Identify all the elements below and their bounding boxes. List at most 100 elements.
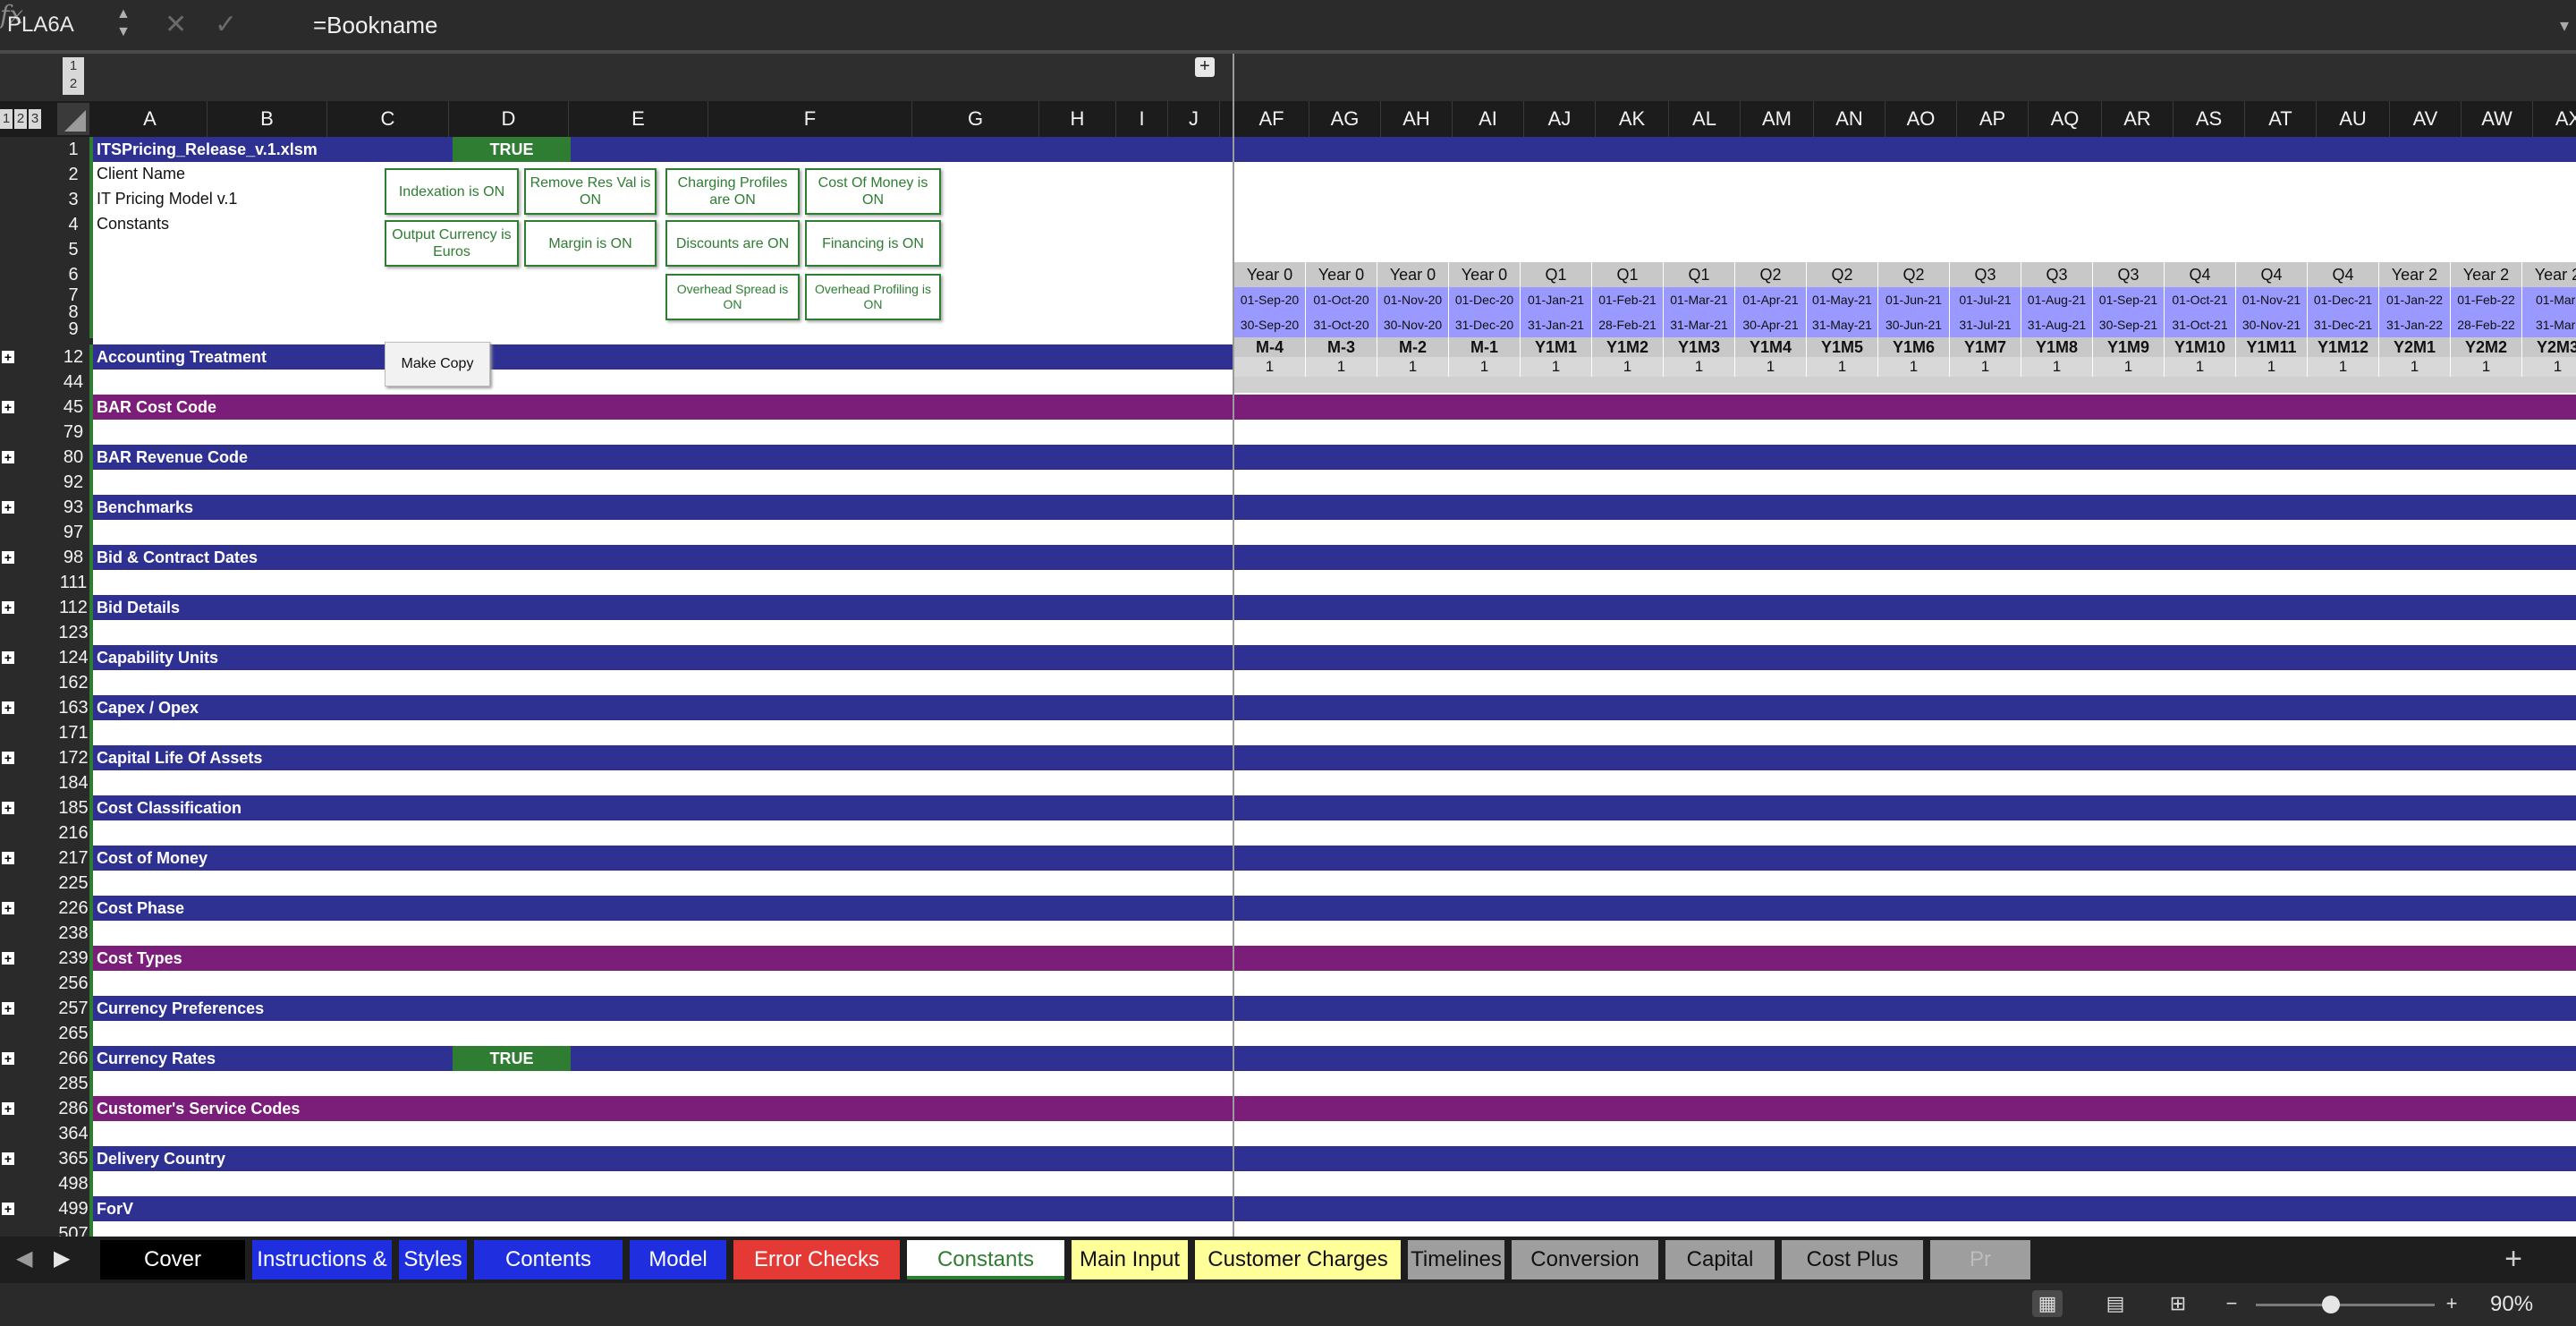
timeline-starts-cell[interactable]: 01-Mar-21 (1664, 287, 1735, 312)
timeline-months-cell[interactable]: Y1M1 (1521, 337, 1592, 357)
column-header-b[interactable]: B (208, 101, 327, 137)
timeline-starts-cell[interactable]: 01-Mar- (2522, 287, 2576, 312)
timeline-ends-cell[interactable]: 31-Mar- (2522, 312, 2576, 337)
timeline-flags-cell[interactable]: 1 (1807, 357, 1878, 377)
group-expand-icon[interactable]: + (2, 701, 14, 714)
timeline-years-cell[interactable]: Q1 (1664, 262, 1735, 287)
column-header-ag[interactable]: AG (1309, 101, 1381, 137)
column-header-av[interactable]: AV (2390, 101, 2462, 137)
timeline-flags-cell[interactable]: 1 (1664, 357, 1735, 377)
timeline-starts-cell[interactable]: 01-Nov-21 (2236, 287, 2308, 312)
timeline-years-cell[interactable]: Year 2 (2451, 262, 2522, 287)
margin-flag-button[interactable]: Margin is ON (524, 220, 657, 267)
row-number[interactable]: 163 (57, 695, 93, 720)
group-expand-icon[interactable]: + (2, 1152, 14, 1165)
column-header-am[interactable]: AM (1741, 101, 1814, 137)
sheet-tab-cover[interactable]: Cover (100, 1240, 245, 1279)
page-layout-icon[interactable]: ▤ (2100, 1290, 2131, 1317)
timeline-months-cell[interactable]: M-1 (1449, 337, 1521, 357)
column-header-a[interactable]: A (93, 101, 208, 137)
timeline-months-cell[interactable]: Y1M8 (2021, 337, 2093, 357)
timeline-ends-cell[interactable]: 28-Feb-21 (1592, 312, 1664, 337)
timeline-years-cell[interactable]: Year 2 (2379, 262, 2451, 287)
sheet-tab-instructions-notes[interactable]: Instructions & Notes (252, 1240, 392, 1311)
group-expand-icon[interactable]: + (2, 752, 14, 764)
zoom-slider-knob[interactable] (2322, 1296, 2340, 1313)
section-header-bar[interactable]: Capital Life Of Assets (93, 745, 2576, 770)
formula-expand-icon[interactable]: ▾ (2560, 14, 2569, 37)
group-expand-icon[interactable]: + (2, 1203, 14, 1215)
sheet-tab-contents[interactable]: Contents (474, 1240, 623, 1279)
row-number[interactable]: 238 (57, 921, 93, 946)
group-expand-icon[interactable]: + (2, 351, 14, 363)
row-number[interactable]: 185 (57, 795, 93, 820)
col-outline-levels[interactable]: 1 2 (63, 57, 84, 95)
timeline-months-cell[interactable]: M-2 (1377, 337, 1449, 357)
timeline-months-cell[interactable]: Y1M5 (1807, 337, 1878, 357)
column-header-ap[interactable]: AP (1957, 101, 2029, 137)
timeline-starts-cell[interactable]: 01-Apr-21 (1735, 287, 1807, 312)
sheet-name-cell[interactable]: Constants (97, 215, 169, 234)
timeline-ends-cell[interactable]: 30-Nov-21 (2236, 312, 2308, 337)
section-header-bar[interactable]: Bid Details (93, 595, 2576, 620)
row-number[interactable]: 123 (57, 620, 93, 645)
row-number[interactable]: 184 (57, 770, 93, 795)
timeline-months-cell[interactable]: Y1M7 (1950, 337, 2021, 357)
column-header-an[interactable]: AN (1814, 101, 1885, 137)
row-number[interactable]: 257 (57, 996, 93, 1021)
timeline-starts-cell[interactable]: 01-Oct-20 (1306, 287, 1377, 312)
column-header-at[interactable]: AT (2245, 101, 2317, 137)
section-header-bar[interactable]: Cost Types (93, 946, 2576, 971)
timeline-ends-cell[interactable]: 31-Jan-22 (2379, 312, 2451, 337)
group-expand-icon[interactable]: + (2, 651, 14, 664)
section-header-bar[interactable]: ForV (93, 1196, 2576, 1221)
timeline-years-cell[interactable]: Q4 (2236, 262, 2308, 287)
overhead-profiling-flag-button[interactable]: Overhead Profiling is ON (805, 274, 941, 320)
timeline-months-cell[interactable]: Y2M1 (2379, 337, 2451, 357)
column-header-ak[interactable]: AK (1596, 101, 1669, 137)
client-name-cell[interactable]: Client Name (97, 165, 185, 183)
timeline-ends-cell[interactable]: 31-Oct-20 (1306, 312, 1377, 337)
charging-profiles-flag-button[interactable]: Charging Profiles are ON (665, 168, 800, 215)
group-expand-icon[interactable]: + (2, 501, 14, 514)
sheet-tab-model-logic[interactable]: Model Logic (630, 1240, 726, 1311)
section-header-bar[interactable]: Benchmarks (93, 495, 2576, 520)
model-version-cell[interactable]: IT Pricing Model v.1 (97, 190, 237, 208)
discounts-flag-button[interactable]: Discounts are ON (665, 220, 800, 267)
row-number[interactable]: 92 (57, 470, 93, 495)
true-cell-d1[interactable]: TRUE (453, 137, 571, 162)
row-number[interactable]: 365 (57, 1146, 93, 1171)
row-number[interactable]: 507 (57, 1221, 93, 1237)
column-header-f[interactable]: F (708, 101, 912, 137)
timeline-years-cell[interactable]: Year 0 (1234, 262, 1306, 287)
section-header-bar[interactable]: Customer's Service Codes (93, 1096, 2576, 1121)
timeline-starts-cell[interactable]: 01-Oct-21 (2165, 287, 2236, 312)
row-number[interactable]: 217 (57, 846, 93, 871)
sheet-tab-styles[interactable]: Styles (399, 1240, 467, 1279)
row-number[interactable]: 98 (57, 545, 93, 570)
timeline-starts-cell[interactable]: 01-Jan-21 (1521, 287, 1592, 312)
group-expand-icon[interactable]: + (2, 952, 14, 965)
name-box[interactable]: PLA6A (7, 13, 74, 38)
timeline-ends-cell[interactable]: 31-Oct-21 (2165, 312, 2236, 337)
timeline-ends-cell[interactable]: 30-Sep-21 (2093, 312, 2165, 337)
timeline-starts-cell[interactable]: 01-Jan-22 (2379, 287, 2451, 312)
group-expand-icon[interactable]: + (2, 802, 14, 814)
prev-sheet-icon[interactable]: ◀ (16, 1245, 32, 1271)
timeline-flags-cell[interactable]: 1 (2308, 357, 2379, 377)
column-header-ah[interactable]: AH (1381, 101, 1453, 137)
timeline-years-cell[interactable]: Year 0 (1449, 262, 1521, 287)
timeline-ends-cell[interactable]: 31-Mar-21 (1664, 312, 1735, 337)
timeline-ends-cell[interactable]: 31-Jul-21 (1950, 312, 2021, 337)
timeline-years-cell[interactable]: Q3 (2021, 262, 2093, 287)
timeline-years-cell[interactable]: Year 2 (2522, 262, 2576, 287)
row-number[interactable]: 286 (57, 1096, 93, 1121)
column-header-af[interactable]: AF (1234, 101, 1309, 137)
group-expand-icon[interactable]: + (2, 902, 14, 914)
overhead-spread-flag-button[interactable]: Overhead Spread is ON (665, 274, 800, 320)
timeline-months-cell[interactable]: Y2M2 (2451, 337, 2522, 357)
row-level-1-button[interactable]: 1 (0, 109, 13, 129)
timeline-starts-cell[interactable]: 01-Aug-21 (2021, 287, 2093, 312)
timeline-flags-cell[interactable]: 1 (1735, 357, 1807, 377)
timeline-months-cell[interactable]: Y1M12 (2308, 337, 2379, 357)
